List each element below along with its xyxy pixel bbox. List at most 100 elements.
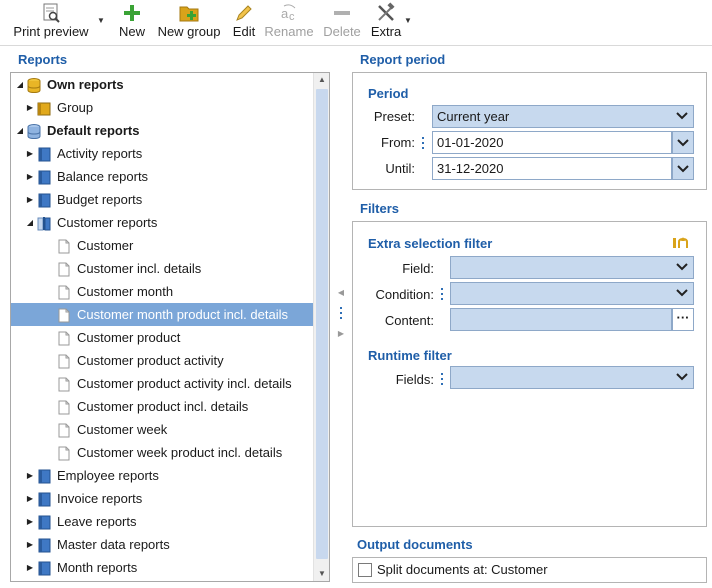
tree-item-label: Customer month product incl. details (77, 307, 288, 322)
tree-item[interactable]: ◢ Own reports (11, 73, 314, 96)
collapsed-arrow-icon[interactable]: ▶ (25, 487, 35, 510)
document-icon (57, 445, 71, 461)
condition-select[interactable] (450, 282, 694, 305)
period-group: Period Preset: Current year From: 01-01-… (352, 72, 707, 190)
tree-item[interactable]: ▶ Leave reports (11, 510, 314, 533)
tree-item-label: Customer week (77, 422, 168, 437)
tree-item[interactable]: ◢ Customer reports (11, 211, 314, 234)
content-input[interactable] (450, 308, 672, 331)
period-subtitle: Period (368, 86, 409, 101)
clear-filter-icon[interactable] (672, 235, 690, 249)
scroll-down-icon[interactable]: ▼ (314, 567, 329, 581)
extra-button[interactable]: Extra (370, 0, 402, 44)
until-date-value: 31-12-2020 (437, 161, 504, 176)
collapsed-arrow-icon[interactable]: ▶ (25, 165, 35, 188)
expanded-arrow-icon[interactable]: ◢ (15, 73, 25, 96)
tree-item[interactable]: Customer month product incl. details (11, 303, 314, 326)
tree-item[interactable]: Customer week product incl. details (11, 441, 314, 464)
collapse-right-icon[interactable]: ▶ (334, 329, 348, 338)
collapsed-arrow-icon[interactable]: ▶ (25, 510, 35, 533)
rename-label: Rename (264, 24, 314, 39)
collapsed-arrow-icon[interactable]: ▶ (25, 533, 35, 556)
delete-label: Delete (323, 24, 361, 39)
filters-group: Extra selection filter Field: Condition:… (352, 221, 707, 527)
edit-button[interactable]: Edit (230, 0, 258, 44)
new-group-label: New group (157, 24, 221, 39)
until-date-input[interactable]: 31-12-2020 (432, 157, 672, 180)
tree-item-label: Default reports (47, 123, 140, 138)
rename-button[interactable]: a c Rename (264, 0, 314, 44)
tree-item-label: Customer (77, 238, 134, 253)
field-select[interactable] (450, 256, 694, 279)
tree-item-label: Master data reports (57, 537, 170, 552)
database-gold-icon (27, 77, 41, 94)
document-icon (57, 330, 71, 346)
until-date-dropdown[interactable] (672, 157, 694, 180)
delete-button[interactable]: Delete (322, 0, 362, 44)
preset-select[interactable]: Current year (432, 105, 694, 128)
tree-item[interactable]: Customer week (11, 418, 314, 441)
expanded-arrow-icon[interactable]: ◢ (15, 119, 25, 142)
from-date-dropdown[interactable] (672, 131, 694, 154)
document-icon (57, 422, 71, 438)
tree-item-label: Employee reports (57, 468, 159, 483)
from-date-value: 01-01-2020 (437, 135, 504, 150)
chevron-down-icon (676, 289, 688, 297)
tree-item[interactable]: ▶ Budget reports (11, 188, 314, 211)
tree-item[interactable]: Customer month (11, 280, 314, 303)
collapsed-arrow-icon[interactable]: ▶ (25, 464, 35, 487)
tree-item[interactable]: ▶ Balance reports (11, 165, 314, 188)
tree-item[interactable]: Customer product incl. details (11, 395, 314, 418)
tree-item[interactable]: Customer (11, 234, 314, 257)
new-group-button[interactable]: New group (154, 0, 224, 44)
collapsed-arrow-icon[interactable]: ▶ (25, 96, 35, 119)
new-label: New (118, 24, 145, 39)
expanded-arrow-icon[interactable]: ◢ (25, 211, 35, 234)
tree-item[interactable]: ◢ Default reports (11, 119, 314, 142)
tree-item[interactable]: ▶ Group (11, 96, 314, 119)
tree-item[interactable]: ▶ Activity reports (11, 142, 314, 165)
panel-splitter[interactable]: ◀ ▶ (334, 280, 348, 360)
reports-title: Reports (18, 52, 68, 67)
field-label: Field: (402, 261, 434, 276)
tree-item[interactable]: Customer product (11, 326, 314, 349)
book-icon (37, 146, 51, 162)
chevron-down-icon (676, 263, 688, 271)
tree-item[interactable]: ▶ Month reports (11, 556, 314, 579)
svg-text:c: c (289, 11, 295, 23)
fields-options-icon[interactable] (440, 373, 444, 387)
split-documents-checkbox[interactable] (358, 563, 372, 577)
tree-item[interactable]: ▶ Master data reports (11, 533, 314, 556)
collapsed-arrow-icon[interactable]: ▶ (25, 188, 35, 211)
tree-item[interactable]: Customer incl. details (11, 257, 314, 280)
chevron-down-icon (677, 165, 689, 173)
tree-scrollbar[interactable]: ▲ ▼ (313, 73, 329, 581)
content-browse-button[interactable]: ··· (672, 308, 694, 331)
until-label: Until: (385, 161, 415, 176)
print-preview-dropdown-icon[interactable]: ▼ (97, 16, 105, 25)
preset-label: Preset: (373, 109, 415, 124)
tree-item[interactable]: ▶ Invoice reports (11, 487, 314, 510)
fields-select[interactable] (450, 366, 694, 389)
collapsed-arrow-icon[interactable]: ▶ (25, 556, 35, 579)
book-icon (37, 537, 51, 553)
collapsed-arrow-icon[interactable]: ▶ (25, 142, 35, 165)
tree-item-label: Budget reports (57, 192, 143, 207)
splitter-grip-icon[interactable] (334, 307, 348, 321)
edit-label: Edit (232, 24, 256, 39)
scroll-up-icon[interactable]: ▲ (314, 73, 329, 87)
report-tree: ◢ Own reports ▶ Group ◢ Default reports ▶ Activ… (10, 72, 330, 582)
tree-item[interactable]: Customer product activity (11, 349, 314, 372)
scroll-thumb[interactable] (316, 89, 328, 559)
print-preview-icon (43, 3, 60, 23)
extra-dropdown-icon[interactable]: ▼ (404, 16, 412, 25)
tree-item[interactable]: ▶ Employee reports (11, 464, 314, 487)
condition-options-icon[interactable] (440, 288, 444, 302)
from-options-icon[interactable] (421, 137, 425, 151)
new-button[interactable]: New (116, 0, 148, 44)
tree-item[interactable]: Customer product activity incl. details (11, 372, 314, 395)
from-date-input[interactable]: 01-01-2020 (432, 131, 672, 154)
book-icon (37, 169, 51, 185)
collapse-left-icon[interactable]: ◀ (334, 288, 348, 297)
print-preview-button[interactable]: Print preview (8, 0, 94, 44)
